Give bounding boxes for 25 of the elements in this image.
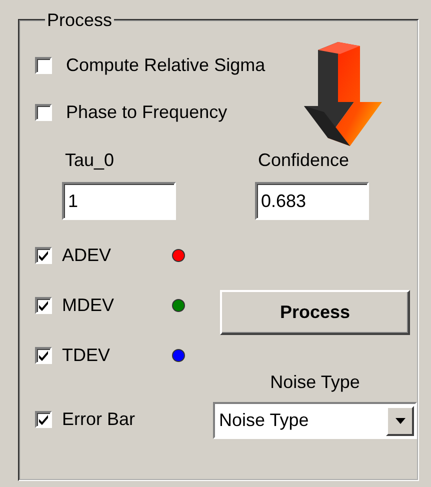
process-button[interactable]: Process [220, 290, 410, 335]
checkbox-label: TDEV [62, 344, 112, 366]
checkbox[interactable] [35, 57, 52, 74]
noise-type-dropdown[interactable]: Noise Type [213, 402, 417, 439]
checkbox[interactable] [35, 410, 52, 428]
input-field[interactable]: 1 [62, 182, 176, 220]
checkbox-label: MDEV [62, 294, 116, 316]
field-label: Confidence [258, 149, 350, 172]
checkbox[interactable] [35, 246, 52, 264]
check-icon [37, 348, 50, 362]
input-field[interactable]: 0.683 [255, 182, 369, 220]
checkbox[interactable] [35, 346, 52, 364]
checkbox[interactable] [35, 104, 52, 121]
checkbox-label: ADEV [62, 244, 112, 266]
group-title: Process [46, 9, 114, 32]
checkbox-label: Compute Relative Sigma [66, 55, 266, 76]
checkbox[interactable] [35, 296, 52, 314]
check-icon [37, 248, 50, 262]
checkbox-label: Error Bar [62, 408, 136, 430]
dropdown-label: Noise Type [270, 371, 360, 394]
field-label: Tau_0 [65, 149, 116, 172]
caret-icon [394, 418, 406, 424]
checkbox-label: Phase to Frequency [66, 102, 228, 123]
check-icon [37, 298, 50, 312]
check-icon [37, 412, 50, 426]
